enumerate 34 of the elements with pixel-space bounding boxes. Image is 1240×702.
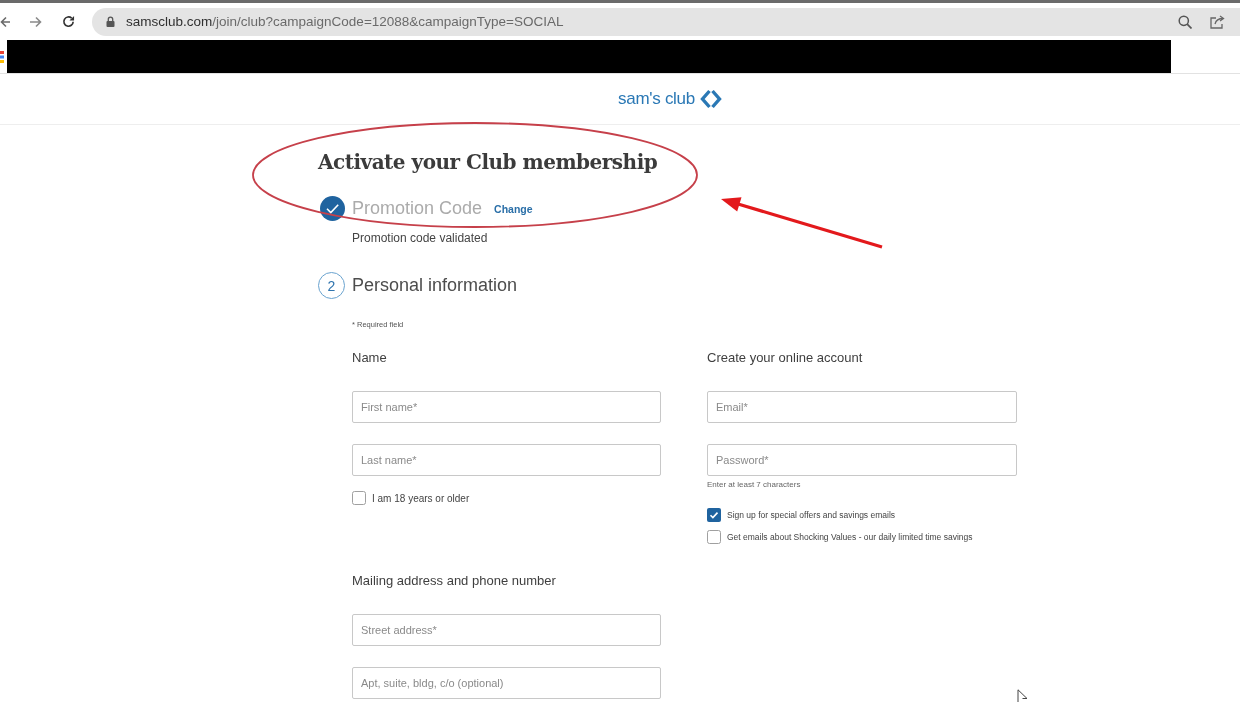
input-field[interactable]: Last name*	[352, 444, 661, 476]
step-status: Promotion code validated	[352, 231, 488, 246]
lock-icon	[106, 16, 115, 27]
checkbox-label: Get emails about Shocking Values - our daily limited time savings	[727, 532, 973, 542]
share-icon[interactable]	[1210, 14, 1225, 29]
step-title: Promotion Code	[352, 198, 483, 219]
back-icon[interactable]	[0, 15, 10, 28]
search-icon[interactable]	[1178, 14, 1192, 29]
checkbox-label: Sign up for special offers and savings emails	[727, 510, 896, 520]
checkbox[interactable]	[707, 508, 721, 522]
input-field[interactable]: Apt, suite, bldg, c/o (optional)	[352, 667, 661, 699]
input-field[interactable]: Password*	[707, 444, 1017, 476]
input-field[interactable]: First name*	[352, 391, 661, 423]
input-field[interactable]: Street address*	[352, 614, 661, 646]
address-bar[interactable]: samsclub.com/join/club?campaignCode=12088&campaignType=SOCIAL	[92, 7, 1240, 36]
reload-icon[interactable]	[62, 15, 75, 28]
logo[interactable]: sam's club	[618, 89, 722, 109]
check-circle-icon	[320, 196, 345, 221]
section-heading: Mailing address and phone number	[352, 573, 556, 589]
diamond-icon	[699, 89, 722, 109]
apps-icon[interactable]	[0, 50, 4, 63]
forward-icon[interactable]	[30, 15, 42, 28]
section-heading: Create your online account	[707, 350, 863, 366]
input-field[interactable]: Email*	[707, 391, 1017, 423]
step-title: Personal information	[352, 275, 518, 296]
checkbox[interactable]	[707, 530, 721, 544]
section-heading: Name	[352, 350, 387, 366]
checkbox[interactable]	[352, 491, 366, 505]
field-hint: Enter at least 7 characters	[707, 480, 801, 490]
page-title: Activate your Club membership	[318, 149, 658, 176]
change-link[interactable]: Change	[494, 202, 533, 215]
url-text: samsclub.com/join/club?campaignCode=12088&campaignType=SOCIAL	[126, 14, 564, 29]
cursor-icon	[1017, 689, 1028, 702]
checkbox-label: I am 18 years or older	[372, 492, 470, 504]
